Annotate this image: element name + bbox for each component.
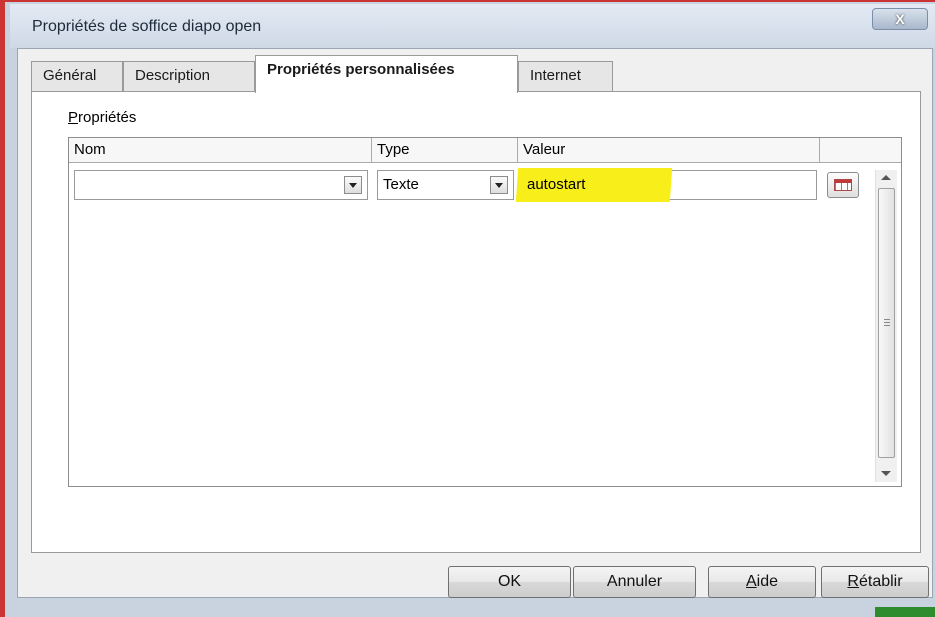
table-icon xyxy=(834,179,852,191)
column-header-value[interactable]: Valeur xyxy=(518,138,820,163)
dialog-body: Général Description Propriétés personnal… xyxy=(17,48,933,598)
tab-internet-label: Internet xyxy=(530,67,581,84)
help-button[interactable]: Aide xyxy=(708,566,816,598)
property-name-combobox[interactable] xyxy=(74,170,368,200)
tab-description[interactable]: Description xyxy=(123,61,255,91)
column-header-blank xyxy=(820,138,901,163)
scrollbar-thumb[interactable] xyxy=(878,188,895,458)
cancel-button[interactable]: Annuler xyxy=(573,566,696,598)
window-title: Propriétés de soffice diapo open xyxy=(32,18,262,35)
chevron-down-icon[interactable] xyxy=(490,176,508,194)
background-window-edge xyxy=(875,607,935,617)
ok-button[interactable]: OK xyxy=(448,566,571,598)
close-icon: X xyxy=(895,11,905,27)
vertical-scrollbar[interactable] xyxy=(875,170,897,482)
property-value-text: autostart xyxy=(527,176,586,193)
reset-button[interactable]: Rétablir xyxy=(821,566,929,598)
tab-general[interactable]: Général xyxy=(31,61,123,91)
dialog-window: Propriétés de soffice diapo open X Génér… xyxy=(0,0,935,617)
properties-table: Nom Type Valeur Texte autostart xyxy=(68,137,902,487)
chevron-down-icon[interactable] xyxy=(344,176,362,194)
tab-description-label: Description xyxy=(135,67,211,84)
scroll-down-arrow-icon[interactable] xyxy=(881,471,891,476)
tab-custom-properties-label: Propriétés personnalisées xyxy=(267,61,455,78)
property-type-value: Texte xyxy=(383,176,419,193)
property-type-select[interactable]: Texte xyxy=(377,170,514,200)
column-header-name[interactable]: Nom xyxy=(69,138,372,163)
tab-internet[interactable]: Internet xyxy=(518,61,613,91)
tab-custom-properties[interactable]: Propriétés personnalisées xyxy=(255,55,518,93)
column-header-type[interactable]: Type xyxy=(372,138,518,163)
section-label-properties: Propriétés xyxy=(68,109,137,126)
scroll-up-arrow-icon[interactable] xyxy=(881,175,891,180)
tab-general-label: Général xyxy=(43,67,97,84)
scroll-grip-icon xyxy=(884,319,890,327)
property-value-input[interactable]: autostart xyxy=(515,168,817,202)
edit-value-button[interactable] xyxy=(827,172,859,198)
close-button[interactable]: X xyxy=(872,8,928,30)
title-bar[interactable]: Propriétés de soffice diapo open X xyxy=(10,4,935,48)
